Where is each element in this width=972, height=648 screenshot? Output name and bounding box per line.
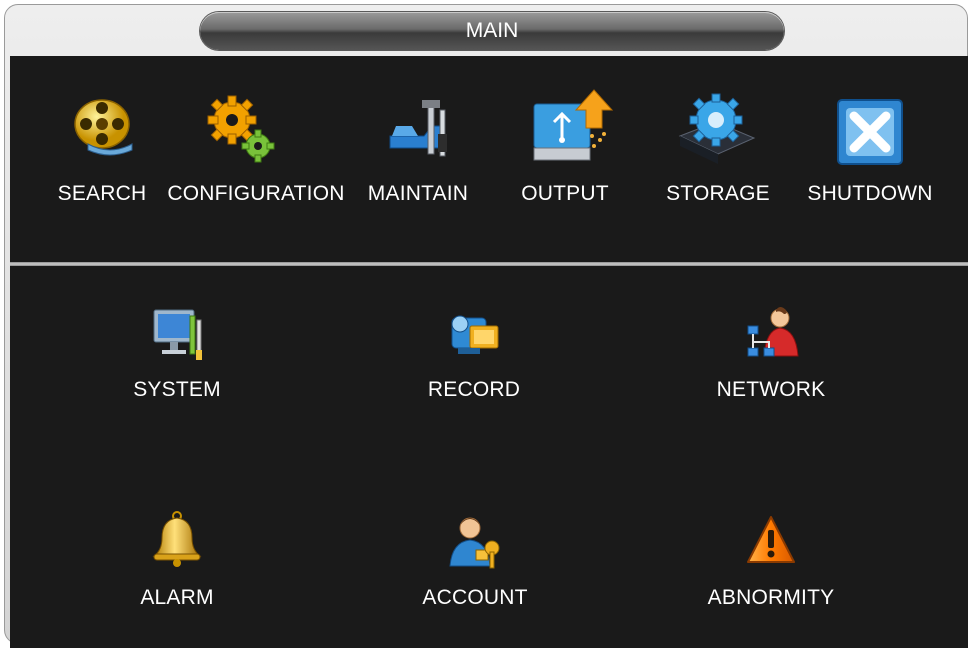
menu-system-button[interactable]: SYSTEM — [110, 302, 244, 412]
menu-search-label: SEARCH — [57, 182, 147, 205]
menu-alarm-button[interactable]: ALARM — [120, 510, 234, 620]
menu-network-label: NETWORK — [716, 378, 826, 401]
shutdown-x-icon — [837, 99, 903, 165]
user-key-icon — [449, 517, 500, 569]
menu-system-label: SYSTEM — [133, 378, 221, 401]
menu-shutdown-label: SHUTDOWN — [807, 182, 933, 205]
menu-record-button[interactable]: RECORD — [410, 302, 538, 412]
tools-icon — [389, 100, 447, 157]
menu-account-label: ACCOUNT — [422, 586, 528, 609]
menu-output-button[interactable]: OUTPUT — [512, 86, 618, 226]
menu-record-label: RECORD — [427, 378, 521, 401]
main-menu-panel: SEARCH CONFIGURATION MAINTAIN OUTPUT STO… — [10, 56, 968, 262]
warning-triangle-icon — [747, 516, 795, 563]
menu-abnormity-label: ABNORMITY — [707, 586, 835, 609]
menu-account-button[interactable]: ACCOUNT — [412, 510, 538, 620]
menu-configuration-label: CONFIGURATION — [167, 182, 345, 205]
menu-output-label: OUTPUT — [521, 182, 609, 205]
menu-storage-button[interactable]: STORAGE — [658, 86, 778, 226]
disk-gear-icon — [678, 93, 756, 164]
film-reel-icon — [74, 99, 133, 156]
menu-storage-label: STORAGE — [666, 182, 770, 205]
menu-network-button[interactable]: NETWORK — [706, 302, 836, 412]
sub-menu-panel: SYSTEM RECORD NETWORK ALARM ACCOUNT ABNO… — [10, 266, 968, 648]
network-user-icon — [747, 307, 799, 357]
window-title: MAIN — [200, 12, 784, 50]
menu-configuration-button[interactable]: CONFIGURATION — [160, 86, 352, 226]
monitor-tools-icon — [153, 309, 202, 360]
camcorder-icon — [451, 315, 499, 354]
menu-search-button[interactable]: SEARCH — [50, 86, 154, 226]
menu-shutdown-button[interactable]: SHUTDOWN — [800, 86, 940, 226]
menu-maintain-button[interactable]: MAINTAIN — [356, 86, 480, 226]
menu-abnormity-button[interactable]: ABNORMITY — [700, 510, 842, 620]
menu-alarm-label: ALARM — [140, 586, 214, 609]
menu-maintain-label: MAINTAIN — [367, 182, 469, 205]
gears-icon — [207, 95, 275, 163]
usb-drive-upload-icon — [533, 89, 614, 161]
bell-icon — [152, 511, 202, 567]
